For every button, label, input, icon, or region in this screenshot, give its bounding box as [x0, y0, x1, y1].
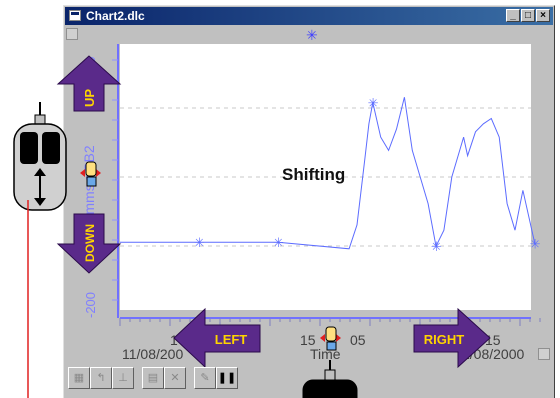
cursor-icon[interactable]: ↰: [90, 367, 112, 389]
down-arrow: DOWN: [56, 213, 122, 274]
edit-icon[interactable]: ✎: [194, 367, 216, 389]
right-label: RIGHT: [424, 332, 465, 347]
series-marker: ✳: [431, 240, 442, 255]
x-tick-label: 11/08/200: [122, 346, 183, 362]
up-label: UP: [82, 89, 97, 107]
copy-icon[interactable]: ▤: [142, 367, 164, 389]
series-marker: ✳: [368, 97, 379, 112]
series-marker: ✳: [530, 238, 541, 253]
mouse-icon: [13, 102, 67, 211]
delete-icon[interactable]: ✕: [164, 367, 186, 389]
series-marker: ✳: [194, 236, 205, 251]
axes-icon[interactable]: ▦: [68, 367, 90, 389]
top-marker-icon[interactable]: ✳: [306, 27, 318, 43]
chart-area: ✳✳✳✳✳ mms - PB2 0 0 -200 1 11/08/200 15 …: [13, 27, 541, 398]
up-arrow: UP: [56, 55, 122, 112]
series-marker: ✳: [273, 236, 284, 251]
pause-icon[interactable]: ❚❚: [216, 367, 238, 389]
down-label: DOWN: [83, 224, 97, 262]
mouse-icon: [302, 360, 358, 398]
y-tick-label: -200: [83, 292, 98, 318]
left-label: LEFT: [215, 332, 248, 347]
shifting-annotation: Shifting: [282, 165, 345, 184]
scale-icon[interactable]: ⊥: [112, 367, 134, 389]
x-tick-label: 05: [350, 332, 366, 348]
x-axis-ticks: [119, 318, 541, 326]
